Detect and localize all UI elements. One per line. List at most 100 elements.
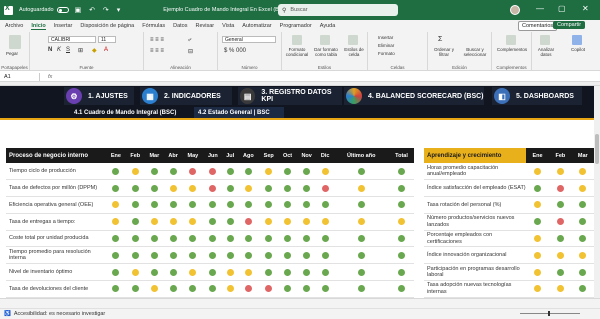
quick-access-icons[interactable]: ▣ ↶ ↷ ▾	[75, 6, 124, 14]
status-dot	[189, 251, 197, 259]
status-dot	[303, 184, 311, 192]
tab-disposicion[interactable]: Disposición de página	[80, 23, 134, 29]
tab-automatizar[interactable]: Automatizar	[242, 23, 271, 29]
search-box[interactable]: ⚲ Buscar	[278, 4, 398, 16]
user-avatar[interactable]	[510, 5, 520, 15]
status-cell	[182, 246, 204, 265]
tab-revisar[interactable]: Revisar	[196, 23, 215, 29]
status-cell	[526, 280, 550, 298]
sheet-tabs-bar[interactable]	[0, 298, 600, 308]
align-top-icon[interactable]: ≡ ≡ ≡	[150, 37, 164, 43]
tab-estado-general[interactable]: 4.2 Estado General | BSC	[194, 107, 284, 118]
vertical-scrollbar[interactable]	[594, 86, 600, 298]
tab-ayuda[interactable]: Ayuda	[320, 23, 336, 29]
minimize-icon[interactable]: —	[536, 4, 544, 13]
conditional-format-button[interactable]: Formato condicional	[284, 47, 310, 57]
conditional-format-icon[interactable]	[292, 35, 302, 45]
nav-indicadores[interactable]: ▦ 2. INDICADORES	[140, 87, 232, 105]
font-name-select[interactable]: CALIBRI	[48, 36, 96, 43]
status-dot	[226, 235, 234, 243]
status-cell	[163, 163, 183, 181]
table-row: Tasa rotación del personal (%)	[424, 196, 594, 214]
nav-registro[interactable]: ▤ 3. REGISTRO DATOS KPI	[238, 87, 342, 105]
format-table-button[interactable]: Dar formato como tabla	[312, 47, 340, 57]
delete-cells-button[interactable]: Eliminar	[378, 43, 394, 48]
status-cell	[163, 196, 183, 214]
copilot-icon[interactable]	[572, 35, 582, 45]
fx-icon[interactable]: fx	[48, 74, 52, 80]
paste-button[interactable]: Pegar	[6, 51, 18, 56]
scrollbar-thumb[interactable]	[595, 134, 599, 164]
borders-icon[interactable]: ⊞	[78, 47, 83, 54]
italic-icon[interactable]: K	[57, 47, 61, 53]
status-dot	[189, 167, 197, 175]
addins-button[interactable]: Complementos	[494, 47, 530, 52]
autosum-icon[interactable]: Σ	[438, 36, 442, 43]
number-format-select[interactable]: General	[222, 36, 276, 43]
close-icon[interactable]: ✕	[582, 4, 589, 13]
tab-inicio[interactable]: Inicio	[31, 23, 46, 30]
currency-icon[interactable]: $ % 000	[224, 48, 246, 54]
status-dot	[131, 184, 139, 192]
status-cell	[237, 196, 259, 214]
autosave-toggle[interactable]	[56, 7, 69, 13]
format-cells-button[interactable]: Formato	[378, 51, 395, 56]
status-cell	[526, 213, 550, 231]
zoom-slider-knob[interactable]	[548, 311, 550, 316]
cell-styles-icon[interactable]	[348, 35, 358, 45]
table-row: Coste total por unidad producida	[6, 230, 414, 248]
tab-datos[interactable]: Datos	[173, 23, 187, 29]
analyze-data-icon[interactable]	[540, 35, 550, 45]
sort-filter-button[interactable]: Ordenar y filtrar	[432, 47, 456, 57]
status-dot	[150, 167, 158, 175]
tab-formulas[interactable]: Fórmulas	[142, 23, 165, 29]
row-label: Horas promedio capacitación anual/emplea…	[424, 163, 526, 181]
format-table-icon[interactable]	[320, 35, 330, 45]
cell-styles-button[interactable]: Estilos de celda	[342, 47, 366, 57]
addins-icon[interactable]	[506, 35, 516, 45]
tab-archivo[interactable]: Archivo	[5, 23, 23, 29]
find-select-button[interactable]: Buscar y seleccionar	[460, 47, 490, 57]
share-button[interactable]: Compartir	[553, 21, 586, 29]
scorecard-colorwheel-icon	[346, 88, 362, 104]
status-dot	[303, 167, 311, 175]
status-dot	[579, 268, 587, 276]
tab-cuadro-mando[interactable]: 4.1 Cuadro de Mando Integral (BSC)	[70, 107, 192, 118]
name-box[interactable]: A1	[0, 72, 40, 81]
status-cell	[144, 196, 164, 214]
status-dot	[112, 201, 120, 209]
status-cell	[296, 263, 317, 282]
tab-programador[interactable]: Programador	[280, 23, 312, 29]
status-cell	[125, 179, 145, 198]
status-dot	[321, 218, 329, 226]
status-cell	[182, 280, 204, 298]
addins-group: Complementos Complementos	[492, 32, 532, 71]
status-dot	[303, 268, 311, 276]
tab-vista[interactable]: Vista	[222, 23, 234, 29]
align-left-icon[interactable]: ≡ ≡ ≡	[150, 48, 164, 54]
paste-icon[interactable]	[9, 35, 21, 49]
maximize-icon[interactable]: ▢	[558, 4, 566, 13]
month-header: Nov	[296, 148, 317, 163]
analyze-data-button[interactable]: Analizar datos	[534, 47, 558, 57]
zoom-slider[interactable]	[520, 313, 580, 314]
merge-icon[interactable]: ⊟	[188, 48, 193, 55]
wrap-text-icon[interactable]: ⤶	[188, 37, 191, 44]
nav-dashboards[interactable]: ◧ 5. DASHBOARDS	[492, 87, 582, 105]
fill-color-icon[interactable]: ◆	[92, 47, 97, 54]
worksheet[interactable]: Proceso de negocio interno Ene Feb Mar A…	[0, 120, 594, 298]
accessibility-status[interactable]: Accesibilidad: es necesario investigar	[14, 311, 105, 317]
tab-insertar[interactable]: Insertar	[54, 23, 73, 29]
alignment-group-label: Alineación	[170, 65, 191, 70]
underline-icon[interactable]: S	[66, 47, 70, 53]
bold-icon[interactable]: N	[48, 47, 52, 53]
status-dot	[169, 285, 177, 293]
copilot-button[interactable]: Copilot	[566, 47, 590, 52]
font-size-select[interactable]: 11	[98, 36, 116, 43]
font-color-icon[interactable]: A	[104, 47, 108, 53]
nav-bsc[interactable]: 4. BALANCED SCORECARD (BSC)	[344, 87, 484, 105]
insert-cells-button[interactable]: Insertar	[378, 35, 393, 40]
status-cell	[182, 196, 204, 214]
nav-ajustes[interactable]: ⚙ 1. AJUSTES	[64, 87, 134, 105]
comments-button[interactable]: Comentarios	[518, 21, 558, 31]
